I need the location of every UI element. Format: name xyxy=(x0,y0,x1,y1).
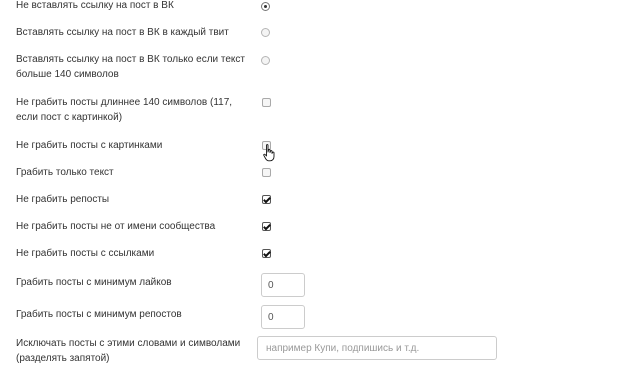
checkbox-label: Не грабить репосты xyxy=(16,194,110,205)
min-reposts-input[interactable] xyxy=(261,305,305,329)
checkbox-label: Не грабить посты не от имени сообщества xyxy=(16,221,216,232)
exclude-words-input[interactable] xyxy=(257,336,497,360)
checkbox-text-only[interactable] xyxy=(262,168,271,177)
option-label: Вставлять ссылку на пост в ВК в каждый т… xyxy=(16,27,229,38)
radio-link-every-tweet[interactable] xyxy=(261,28,270,37)
min-reposts-label: Грабить посты с минимум репостов xyxy=(16,309,182,320)
option-label: Вставлять ссылку на пост в ВК только есл… xyxy=(16,54,245,80)
exclude-words-label: Исключать посты с этими словами и символ… xyxy=(16,338,241,364)
checkbox-skip-long[interactable] xyxy=(262,98,271,107)
checkbox-label: Не грабить посты длиннее 140 символов (1… xyxy=(16,97,233,123)
hand-pointer-icon xyxy=(263,144,275,162)
radio-no-link[interactable] xyxy=(261,2,270,11)
option-label: Не вставлять ссылку на пост в ВК xyxy=(16,0,174,11)
checkbox-label: Грабить только текст xyxy=(16,167,114,178)
min-likes-input[interactable] xyxy=(261,273,305,297)
radio-link-long-text[interactable] xyxy=(261,56,270,65)
checkbox-label: Не грабить посты с картинками xyxy=(16,140,163,151)
min-likes-label: Грабить посты с минимум лайков xyxy=(16,277,172,288)
checkbox-skip-non-community[interactable] xyxy=(262,222,271,231)
checkbox-label: Не грабить посты с ссылками xyxy=(16,248,155,259)
checkbox-skip-links[interactable] xyxy=(262,249,271,258)
checkbox-skip-reposts[interactable] xyxy=(262,195,271,204)
